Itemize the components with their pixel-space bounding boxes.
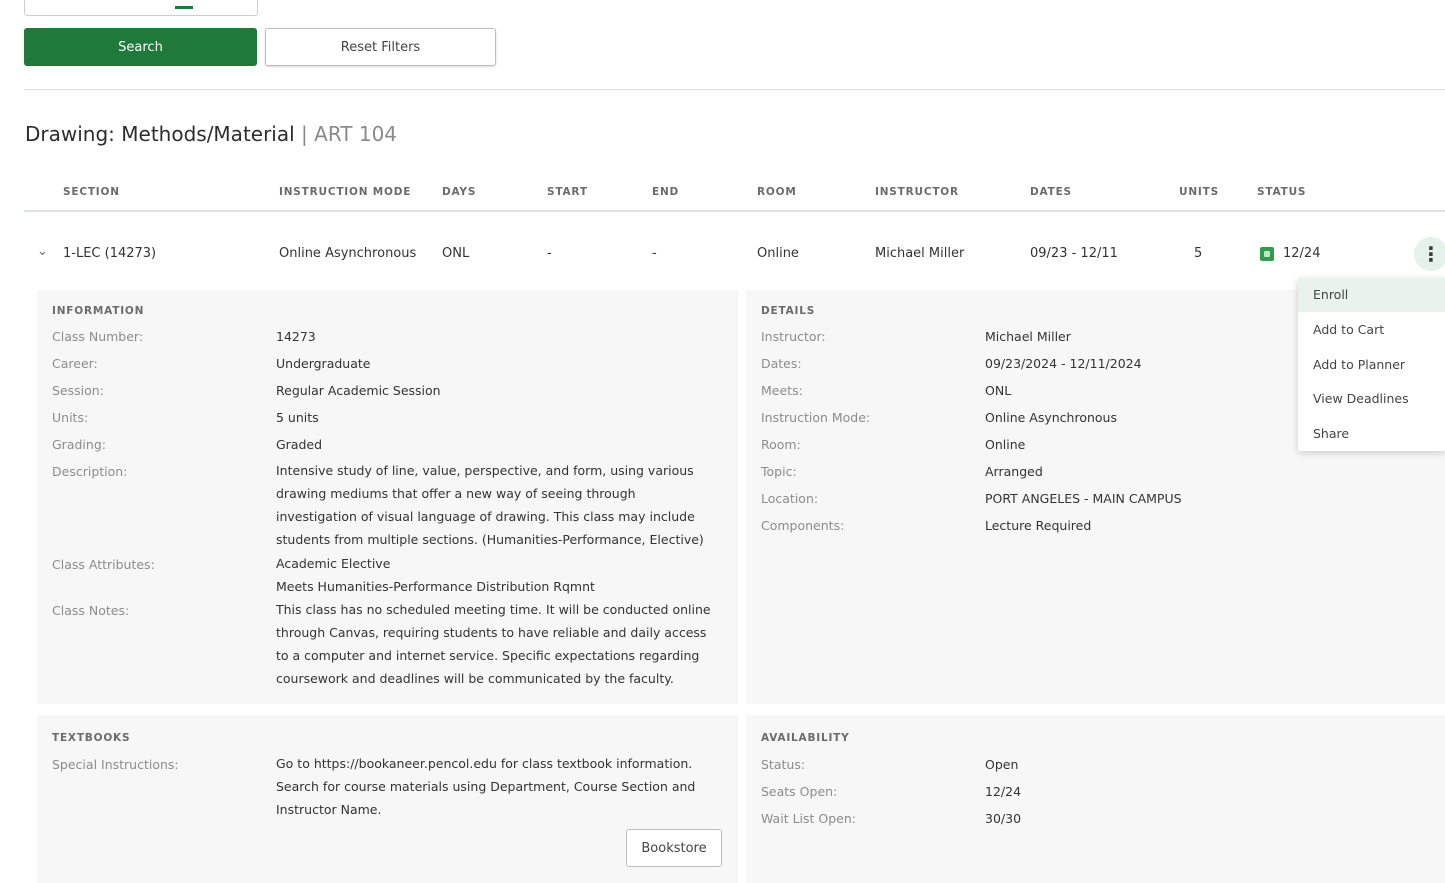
instructions-line: Go to https://bookaneer.pencol.edu for c… [276, 756, 693, 771]
class-number-label: Class Number: [52, 329, 144, 344]
header-instruction-mode: INSTRUCTION MODE [279, 186, 412, 198]
description-line: students from multiple sections. (Humani… [276, 532, 704, 547]
row-instructor: Michael Miller [875, 246, 965, 261]
description-line: investigation of visual language of draw… [276, 509, 695, 524]
row-start: - [547, 246, 552, 261]
availability-status-value: Open [985, 757, 1019, 772]
header-instructor: INSTRUCTOR [875, 186, 959, 198]
course-name: Drawing: Methods/Material [25, 122, 295, 146]
header-status: STATUS [1257, 186, 1307, 198]
row-end: - [652, 246, 657, 261]
class-attributes-value: Academic Elective Meets Humanities-Perfo… [276, 552, 731, 598]
class-notes-label: Class Notes: [52, 603, 130, 618]
chevron-down-icon[interactable]: ⌄ [37, 244, 48, 259]
components-label: Components: [761, 518, 845, 533]
description-label: Description: [52, 464, 128, 479]
special-instructions-label: Special Instructions: [52, 757, 179, 772]
more-options-icon[interactable]: ⋮ [1414, 237, 1445, 271]
meets-label: Meets: [761, 383, 803, 398]
class-notes-value: This class has no scheduled meeting time… [276, 598, 731, 690]
location-label: Location: [761, 491, 819, 506]
information-heading: INFORMATION [52, 305, 145, 317]
menu-item-add-to-cart[interactable]: Add to Cart [1298, 313, 1445, 347]
instructor-label: Instructor: [761, 329, 826, 344]
notes-line: through Canvas, requiring students to ha… [276, 625, 707, 640]
description-value: Intensive study of line, value, perspect… [276, 459, 731, 551]
select-indicator [175, 6, 193, 9]
room-value: Online [985, 437, 1026, 452]
career-value: Undergraduate [276, 356, 371, 371]
career-label: Career: [52, 356, 98, 371]
description-line: Intensive study of line, value, perspect… [276, 463, 694, 478]
grading-value: Graded [276, 437, 323, 452]
divider [24, 89, 1445, 90]
row-section: 1-LEC (14273) [63, 246, 157, 261]
menu-item-add-to-planner[interactable]: Add to Planner [1298, 348, 1445, 382]
instruction-mode-label: Instruction Mode: [761, 410, 871, 425]
availability-heading: AVAILABILITY [761, 732, 850, 744]
notes-line: to a computer and internet service. Spec… [276, 648, 700, 663]
session-label: Session: [52, 383, 104, 398]
topic-label: Topic: [761, 464, 797, 479]
details-heading: DETAILS [761, 305, 816, 317]
room-label: Room: [761, 437, 801, 452]
class-attributes-label: Class Attributes: [52, 557, 155, 572]
topic-value: Arranged [985, 464, 1043, 479]
row-days: ONL [442, 246, 470, 261]
instructor-value: Michael Miller [985, 329, 1071, 344]
status-open-icon [1260, 247, 1274, 261]
filter-select[interactable] [24, 0, 258, 16]
title-separator: | [301, 122, 308, 146]
header-start: START [547, 186, 588, 198]
instructions-line: Search for course materials using Depart… [276, 779, 696, 794]
table-row[interactable] [24, 226, 1445, 280]
header-section: SECTION [63, 186, 120, 198]
attribute-line: Academic Elective [276, 556, 391, 571]
wait-list-value: 30/30 [985, 811, 1022, 826]
units-value: 5 units [276, 410, 319, 425]
meets-value: ONL [985, 383, 1012, 398]
class-number-value: 14273 [276, 329, 316, 344]
grading-label: Grading: [52, 437, 106, 452]
seats-open-label: Seats Open: [761, 784, 838, 799]
notes-line: This class has no scheduled meeting time… [276, 602, 711, 617]
dates-label: Dates: [761, 356, 802, 371]
header-units: UNITS [1179, 186, 1219, 198]
instructions-line: Instructor Name. [276, 802, 382, 817]
special-instructions-value: Go to https://bookaneer.pencol.edu for c… [276, 752, 731, 821]
session-value: Regular Academic Session [276, 383, 441, 398]
row-mode: Online Asynchronous [279, 246, 417, 261]
attribute-line: Meets Humanities-Performance Distributio… [276, 579, 595, 594]
header-end: END [652, 186, 680, 198]
row-dates: 09/23 - 12/11 [1030, 246, 1118, 261]
header-room: ROOM [757, 186, 797, 198]
row-units: 5 [1194, 246, 1203, 261]
wait-list-label: Wait List Open: [761, 811, 856, 826]
location-value: PORT ANGELES - MAIN CAMPUS [985, 491, 1182, 506]
reset-filters-button[interactable]: Reset Filters [265, 28, 496, 66]
actions-menu: Enroll Add to Cart Add to Planner View D… [1298, 278, 1445, 451]
availability-panel [746, 715, 1445, 883]
row-status: 12/24 [1283, 246, 1321, 261]
search-button[interactable]: Search [24, 28, 257, 66]
menu-item-enroll[interactable]: Enroll [1298, 278, 1445, 312]
header-divider [24, 210, 1445, 212]
header-days: DAYS [442, 186, 477, 198]
notes-line: coursework and deadlines will be communi… [276, 671, 674, 686]
textbooks-heading: TEXTBOOKS [52, 732, 131, 744]
menu-item-view-deadlines[interactable]: View Deadlines [1298, 382, 1445, 416]
description-line: drawing mediums that offer a new way of … [276, 486, 636, 501]
course-code: ART 104 [314, 122, 398, 146]
availability-status-label: Status: [761, 757, 806, 772]
menu-item-share[interactable]: Share [1298, 417, 1445, 451]
bookstore-button[interactable]: Bookstore [626, 829, 722, 867]
units-label: Units: [52, 410, 89, 425]
header-dates: DATES [1030, 186, 1072, 198]
seats-open-value: 12/24 [985, 784, 1022, 799]
row-room: Online [757, 246, 799, 261]
course-title: Drawing: Methods/Material | ART 104 [25, 122, 397, 146]
instruction-mode-value: Online Asynchronous [985, 410, 1117, 425]
components-value: Lecture Required [985, 518, 1092, 533]
dates-value: 09/23/2024 - 12/11/2024 [985, 356, 1142, 371]
